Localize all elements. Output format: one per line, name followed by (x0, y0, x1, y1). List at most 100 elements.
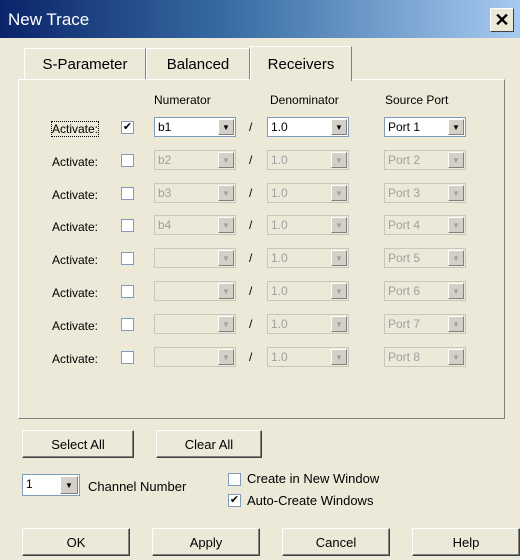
denominator-select[interactable]: 1.0 ▼ (267, 314, 349, 334)
chevron-down-icon[interactable]: ▼ (448, 316, 464, 332)
activate-checkbox[interactable] (121, 219, 134, 232)
denominator-select[interactable]: 1.0 ▼ (267, 347, 349, 367)
numerator-select[interactable]: ▼ (154, 281, 236, 301)
denominator-select[interactable]: 1.0 ▼ (267, 117, 349, 137)
receiver-row: Activate: b4 ▼ / 1.0 ▼ Port 4 ▼ (0, 214, 520, 240)
denominator-value: 1.0 (271, 284, 288, 298)
ratio-separator: / (249, 251, 253, 265)
activate-checkbox[interactable] (121, 154, 134, 167)
ratio-separator: / (249, 350, 253, 364)
source-port-select[interactable]: Port 3 ▼ (384, 183, 466, 203)
source-port-select[interactable]: Port 5 ▼ (384, 248, 466, 268)
numerator-select[interactable]: ▼ (154, 248, 236, 268)
activate-checkbox[interactable] (121, 187, 134, 200)
ratio-separator: / (249, 186, 253, 200)
receiver-row: Activate: ▼ / 1.0 ▼ Port 7 ▼ (0, 313, 520, 339)
activate-checkbox[interactable]: ✔ (121, 121, 134, 134)
tab-label: Balanced (166, 55, 230, 73)
chevron-down-icon[interactable]: ▼ (448, 250, 464, 266)
chevron-down-icon[interactable]: ▼ (448, 217, 464, 233)
chevron-down-icon[interactable]: ▼ (448, 283, 464, 299)
denominator-value: 1.0 (271, 186, 288, 200)
denominator-select[interactable]: 1.0 ▼ (267, 281, 349, 301)
close-icon: ✕ (494, 10, 510, 30)
denominator-select[interactable]: 1.0 ▼ (267, 215, 349, 235)
receiver-row: Activate: ▼ / 1.0 ▼ Port 6 ▼ (0, 280, 520, 306)
tab-receivers[interactable]: Receivers (250, 46, 352, 81)
chevron-down-icon[interactable]: ▼ (218, 316, 234, 332)
chevron-down-icon[interactable]: ▼ (60, 476, 78, 494)
close-button[interactable]: ✕ (490, 8, 514, 32)
channel-number-combo[interactable]: 1 ▼ (22, 474, 80, 496)
help-button[interactable]: Help (412, 528, 520, 556)
denominator-value: 1.0 (271, 218, 288, 232)
chevron-down-icon[interactable]: ▼ (331, 316, 347, 332)
channel-number-label: Channel Number (88, 479, 187, 494)
activate-checkbox[interactable] (121, 252, 134, 265)
activate-checkbox[interactable] (121, 318, 134, 331)
numerator-value: b3 (158, 186, 172, 200)
denominator-select[interactable]: 1.0 ▼ (267, 248, 349, 268)
chevron-down-icon[interactable]: ▼ (218, 185, 234, 201)
tab-s-parameter[interactable]: S-Parameter (24, 48, 146, 79)
chevron-down-icon[interactable]: ▼ (331, 185, 347, 201)
clear-all-button[interactable]: Clear All (156, 430, 262, 458)
chevron-down-icon[interactable]: ▼ (331, 283, 347, 299)
numerator-select[interactable]: b4 ▼ (154, 215, 236, 235)
activate-label: Activate: (52, 253, 99, 267)
source-port-select[interactable]: Port 6 ▼ (384, 281, 466, 301)
activate-label: Activate: (52, 319, 99, 333)
source-port-select[interactable]: Port 2 ▼ (384, 150, 466, 170)
activate-checkbox[interactable] (121, 351, 134, 364)
chevron-down-icon[interactable]: ▼ (218, 349, 234, 365)
numerator-select[interactable]: b2 ▼ (154, 150, 236, 170)
activate-checkbox[interactable] (121, 285, 134, 298)
chevron-down-icon[interactable]: ▼ (331, 152, 347, 168)
chevron-down-icon[interactable]: ▼ (448, 349, 464, 365)
ok-button[interactable]: OK (22, 528, 130, 556)
chevron-down-icon[interactable]: ▼ (218, 250, 234, 266)
source-port-select[interactable]: Port 7 ▼ (384, 314, 466, 334)
source-port-value: Port 6 (388, 284, 421, 298)
chevron-down-icon[interactable]: ▼ (218, 152, 234, 168)
chevron-down-icon[interactable]: ▼ (331, 217, 347, 233)
source-port-select[interactable]: Port 8 ▼ (384, 347, 466, 367)
source-port-value: Port 1 (388, 120, 421, 134)
ratio-separator: / (249, 317, 253, 331)
source-port-value: Port 5 (388, 251, 421, 265)
activate-label: Activate: (52, 155, 99, 169)
numerator-select[interactable]: ▼ (154, 347, 236, 367)
cancel-button[interactable]: Cancel (282, 528, 390, 556)
clear-all-label: Clear All (184, 436, 234, 452)
activate-label: Activate: (52, 286, 99, 300)
source-port-value: Port 8 (388, 350, 421, 364)
tab-label: S-Parameter (42, 55, 128, 73)
auto-create-windows-checkbox[interactable]: ✔ (228, 494, 241, 507)
chevron-down-icon[interactable]: ▼ (331, 250, 347, 266)
activate-label: Activate: (52, 188, 99, 202)
numerator-header: Numerator (154, 93, 211, 107)
apply-button[interactable]: Apply (152, 528, 260, 556)
chevron-down-icon[interactable]: ▼ (448, 185, 464, 201)
source-port-select[interactable]: Port 1 ▼ (384, 117, 466, 137)
ratio-separator: / (249, 284, 253, 298)
numerator-select[interactable]: b3 ▼ (154, 183, 236, 203)
cancel-label: Cancel (315, 534, 357, 550)
chevron-down-icon[interactable]: ▼ (218, 119, 234, 135)
denominator-select[interactable]: 1.0 ▼ (267, 150, 349, 170)
numerator-select[interactable]: b1 ▼ (154, 117, 236, 137)
tab-balanced[interactable]: Balanced (146, 48, 250, 79)
chevron-down-icon[interactable]: ▼ (331, 119, 347, 135)
title-bar: New Trace ✕ (0, 0, 520, 38)
select-all-label: Select All (51, 436, 105, 452)
create-new-window-checkbox[interactable] (228, 473, 241, 486)
chevron-down-icon[interactable]: ▼ (218, 283, 234, 299)
numerator-select[interactable]: ▼ (154, 314, 236, 334)
chevron-down-icon[interactable]: ▼ (448, 152, 464, 168)
select-all-button[interactable]: Select All (22, 430, 134, 458)
chevron-down-icon[interactable]: ▼ (218, 217, 234, 233)
chevron-down-icon[interactable]: ▼ (448, 119, 464, 135)
source-port-select[interactable]: Port 4 ▼ (384, 215, 466, 235)
denominator-select[interactable]: 1.0 ▼ (267, 183, 349, 203)
chevron-down-icon[interactable]: ▼ (331, 349, 347, 365)
